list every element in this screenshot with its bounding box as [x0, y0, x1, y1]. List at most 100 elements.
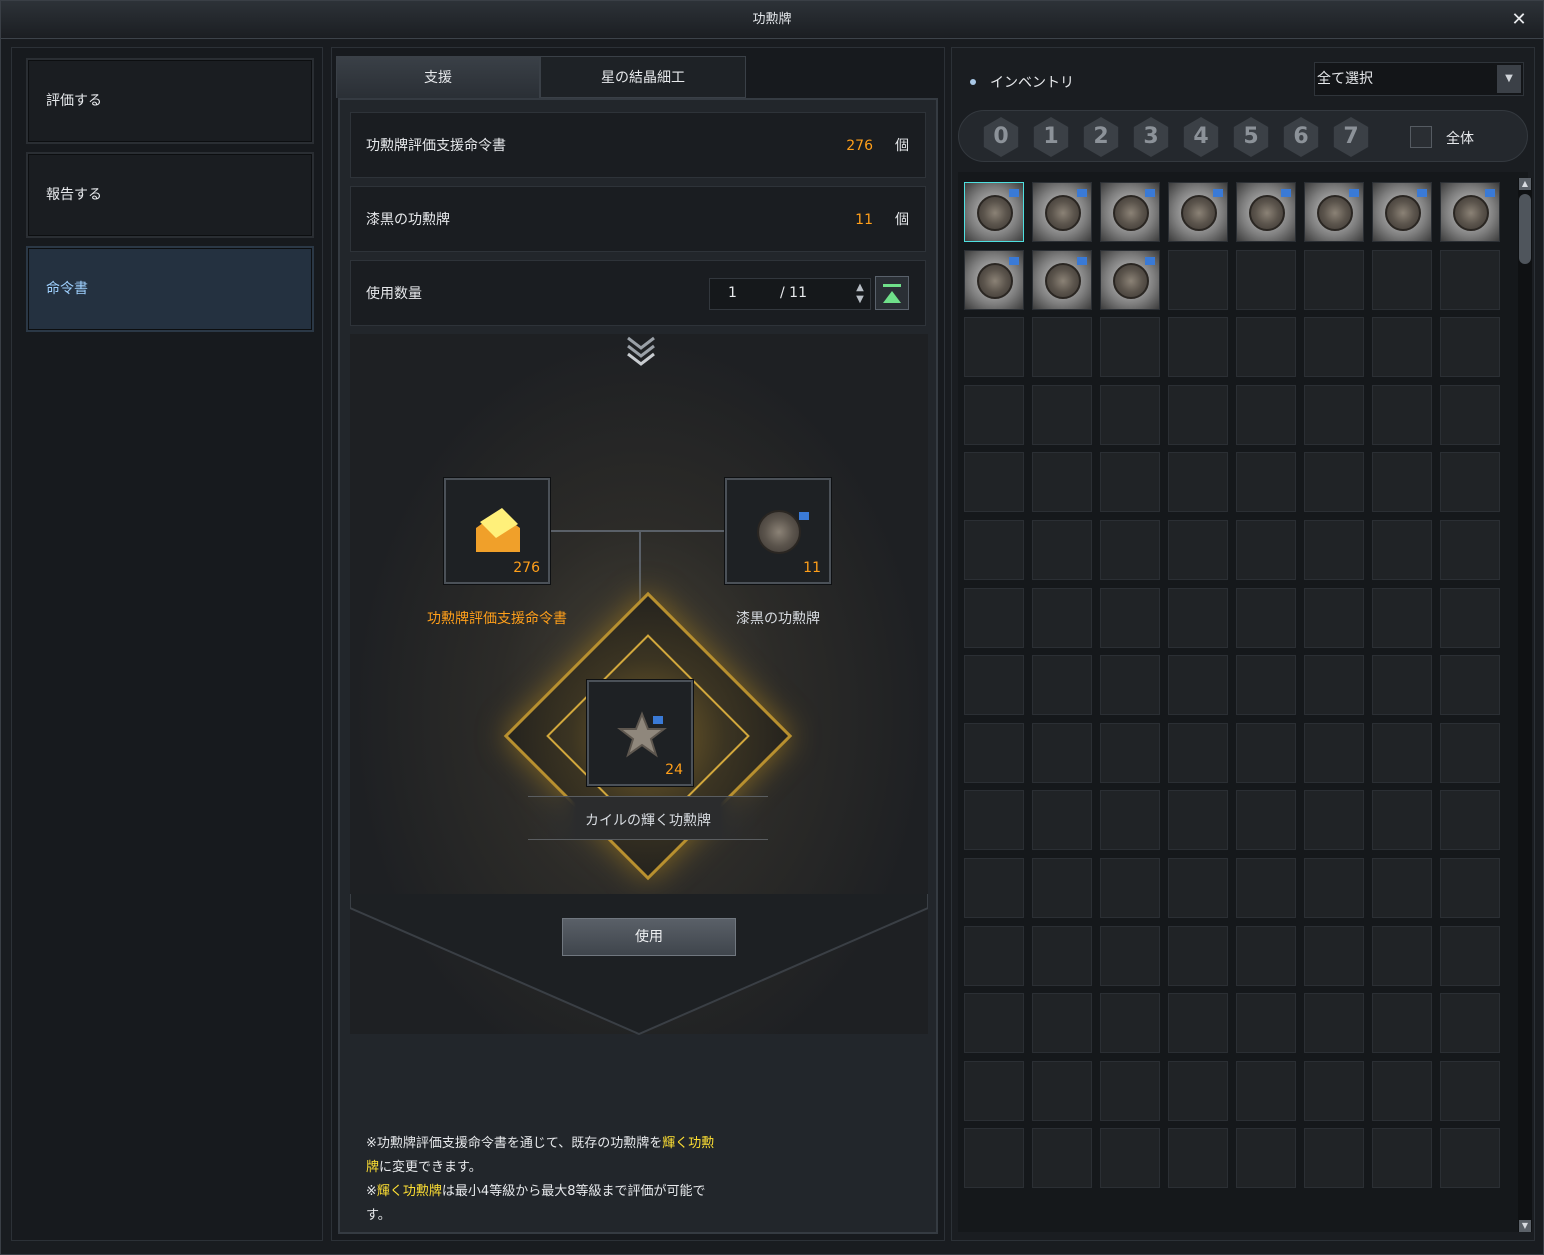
inventory-slot[interactable]: [1372, 1128, 1432, 1189]
inventory-slot[interactable]: [964, 182, 1024, 242]
inventory-slot[interactable]: [1168, 452, 1228, 513]
inventory-slot[interactable]: [964, 317, 1024, 378]
inventory-slot[interactable]: [1032, 858, 1092, 918]
inventory-slot[interactable]: [1236, 925, 1296, 986]
inventory-slot[interactable]: [1032, 925, 1092, 986]
inventory-slot[interactable]: [1440, 858, 1500, 918]
inventory-slot[interactable]: [1168, 790, 1228, 851]
inventory-slot[interactable]: [1100, 925, 1160, 986]
inventory-slot[interactable]: [1304, 1128, 1364, 1189]
inventory-slot[interactable]: [1372, 452, 1432, 513]
tab-star-crystal[interactable]: 星の結晶細工: [540, 56, 746, 98]
inventory-slot[interactable]: [1168, 520, 1228, 580]
inventory-slot[interactable]: [1372, 925, 1432, 986]
inventory-slot[interactable]: [1100, 722, 1160, 783]
inventory-slot[interactable]: [1100, 587, 1160, 648]
inventory-slot[interactable]: [1440, 790, 1500, 851]
inventory-slot[interactable]: [1440, 655, 1500, 716]
inventory-slot[interactable]: [1440, 993, 1500, 1054]
inventory-slot[interactable]: [1372, 587, 1432, 648]
inventory-slot[interactable]: [1100, 1128, 1160, 1189]
inventory-slot[interactable]: [1304, 182, 1364, 242]
inventory-slot[interactable]: [1236, 384, 1296, 445]
inventory-slot[interactable]: [1168, 317, 1228, 378]
inventory-slot[interactable]: [1100, 317, 1160, 378]
inventory-slot[interactable]: [1236, 182, 1296, 242]
inventory-slot[interactable]: [1236, 317, 1296, 378]
quantity-value[interactable]: 1: [728, 285, 737, 301]
inventory-slot[interactable]: [1236, 1060, 1296, 1121]
inventory-slot[interactable]: [1236, 655, 1296, 716]
inventory-slot[interactable]: [1032, 722, 1092, 783]
inventory-slot[interactable]: [1236, 722, 1296, 783]
inventory-slot[interactable]: [1168, 384, 1228, 445]
inventory-slot[interactable]: [1440, 587, 1500, 648]
scroll-up-icon[interactable]: ▲: [1519, 178, 1531, 190]
inventory-slot[interactable]: [1100, 182, 1160, 242]
input-slot-medal[interactable]: 11: [725, 478, 831, 584]
inventory-slot[interactable]: [1236, 520, 1296, 580]
inventory-slot[interactable]: [1100, 655, 1160, 716]
inventory-slot[interactable]: [1372, 520, 1432, 580]
inventory-slot[interactable]: [1236, 587, 1296, 648]
inventory-slot[interactable]: [1372, 182, 1432, 242]
inventory-slot[interactable]: [1032, 520, 1092, 580]
grade-7-button[interactable]: 7: [1333, 117, 1369, 157]
inventory-slot[interactable]: [1440, 452, 1500, 513]
inventory-slot[interactable]: [1168, 1128, 1228, 1189]
inventory-slot[interactable]: [1168, 182, 1228, 242]
inventory-slot[interactable]: [1032, 182, 1092, 242]
grade-5-button[interactable]: 5: [1233, 117, 1269, 157]
inventory-slot[interactable]: [1032, 993, 1092, 1054]
inventory-slot[interactable]: [1236, 858, 1296, 918]
nav-report[interactable]: 報告する: [26, 152, 314, 238]
inventory-slot[interactable]: [1440, 182, 1500, 242]
inventory-slot[interactable]: [1304, 587, 1364, 648]
inventory-slot[interactable]: [1372, 249, 1432, 310]
inventory-slot[interactable]: [964, 993, 1024, 1054]
inventory-slot[interactable]: [1304, 249, 1364, 310]
scroll-thumb[interactable]: [1519, 194, 1531, 264]
inventory-slot[interactable]: [1236, 1128, 1296, 1189]
inventory-slot[interactable]: [1372, 1060, 1432, 1121]
scrollbar[interactable]: ▲ ▼: [1518, 178, 1532, 1232]
inventory-slot[interactable]: [1100, 790, 1160, 851]
grade-6-button[interactable]: 6: [1283, 117, 1319, 157]
inventory-slot[interactable]: [1440, 384, 1500, 445]
inventory-slot[interactable]: [964, 249, 1024, 310]
inventory-slot[interactable]: [964, 1128, 1024, 1189]
result-slot[interactable]: 24: [587, 680, 693, 786]
inventory-slot[interactable]: [964, 790, 1024, 851]
use-button[interactable]: 使用: [562, 918, 736, 956]
inventory-slot[interactable]: [1032, 655, 1092, 716]
inventory-slot[interactable]: [1100, 384, 1160, 445]
quantity-stepper[interactable]: 1 / 11 ▲ ▼: [709, 278, 871, 310]
inventory-slot[interactable]: [1440, 317, 1500, 378]
spinner-icon[interactable]: ▲ ▼: [854, 282, 866, 308]
inventory-slot[interactable]: [1032, 790, 1092, 851]
inventory-slot[interactable]: [964, 587, 1024, 648]
inventory-slot[interactable]: [1100, 520, 1160, 580]
nav-orders[interactable]: 命令書: [26, 246, 314, 332]
inventory-slot[interactable]: [1304, 1060, 1364, 1121]
inventory-slot[interactable]: [964, 925, 1024, 986]
inventory-slot[interactable]: [1032, 452, 1092, 513]
inventory-slot[interactable]: [1304, 452, 1364, 513]
inventory-slot[interactable]: [1168, 587, 1228, 648]
inventory-slot[interactable]: [1440, 722, 1500, 783]
inventory-slot[interactable]: [964, 452, 1024, 513]
inventory-slot[interactable]: [1440, 925, 1500, 986]
inventory-slot[interactable]: [964, 858, 1024, 918]
inventory-slot[interactable]: [1440, 1128, 1500, 1189]
inventory-slot[interactable]: [1236, 790, 1296, 851]
inventory-slot[interactable]: [1372, 790, 1432, 851]
nav-evaluate[interactable]: 評価する: [26, 58, 314, 144]
inventory-slot[interactable]: [964, 722, 1024, 783]
inventory-slot[interactable]: [1304, 384, 1364, 445]
inventory-slot[interactable]: [1304, 925, 1364, 986]
inventory-slot[interactable]: [1032, 317, 1092, 378]
inventory-slot[interactable]: [1100, 993, 1160, 1054]
inventory-slot[interactable]: [1100, 858, 1160, 918]
max-quantity-button[interactable]: [875, 276, 909, 310]
inventory-slot[interactable]: [1372, 993, 1432, 1054]
